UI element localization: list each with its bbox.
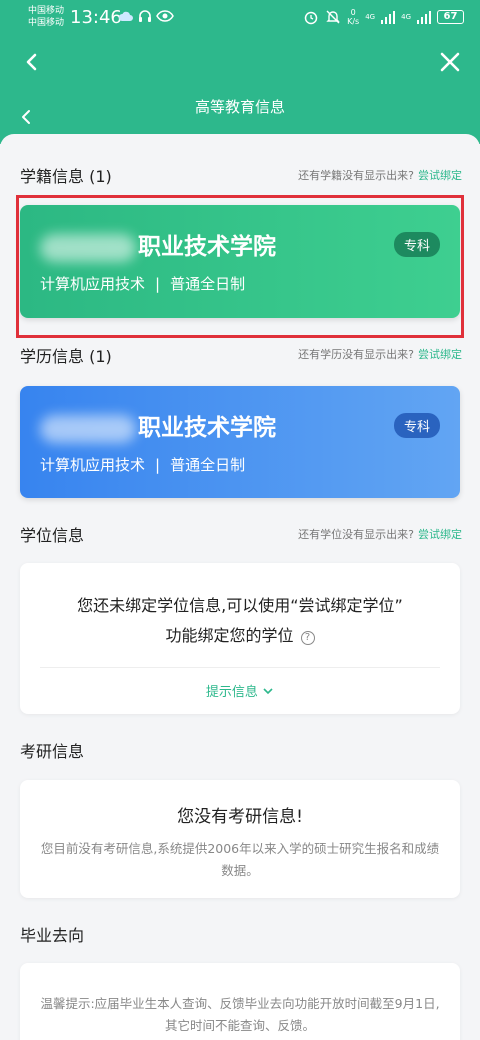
alarm-icon (304, 11, 318, 25)
chevron-down-icon (263, 688, 273, 695)
status-clock: 13:46 (70, 7, 122, 28)
signal-icon-2 (417, 10, 431, 24)
top-nav (0, 38, 480, 86)
xueli-school-name: 职业技术学院 (138, 415, 276, 441)
signal-label-2: 4G (401, 13, 411, 21)
xueji-hint-text: 还有学籍没有显示出来? (298, 169, 414, 182)
close-icon[interactable] (436, 48, 464, 76)
carrier-label-1: 中国移动 (28, 6, 65, 16)
kaoyan-section-title: 考研信息 (20, 742, 85, 761)
xueji-bind-link[interactable]: 尝试绑定 (418, 169, 462, 182)
biye-section-title: 毕业去向 (20, 926, 85, 945)
cloud-icon (118, 11, 133, 21)
xueli-hint-text: 还有学历没有显示出来? (298, 348, 414, 361)
chevron-left-icon[interactable] (18, 48, 46, 76)
xueli-major: 计算机应用技术 (40, 456, 146, 474)
headphones-icon (139, 10, 151, 22)
xueli-card[interactable]: 职业技术学院 计算机应用技术 | 普通全日制 专科 (20, 386, 460, 498)
divider (40, 667, 440, 668)
xuewei-message-line1: 您还未绑定学位信息,可以使用“尝试绑定学位” (77, 596, 403, 615)
kaoyan-heading: 您没有考研信息! (177, 807, 303, 827)
xuewei-message: 您还未绑定学位信息,可以使用“尝试绑定学位” 功能绑定您的学位 ? (20, 591, 460, 651)
carrier-label-2: 中国移动 (28, 18, 65, 28)
signal-label-1: 4G (365, 13, 376, 21)
network-speed: 0 K/s (347, 8, 360, 26)
status-bar: 中国移动 中国移动 13:46 0 K/s 4G 4G 67 (0, 0, 480, 38)
xuewei-hint: 还有学位没有显示出来? 尝试绑定 (298, 526, 462, 542)
battery-icon: 67 (437, 10, 464, 24)
xuewei-section-title: 学位信息 (20, 526, 85, 545)
xueli-level-badge: 专科 (393, 413, 440, 438)
xueji-section-title: 学籍信息 (1) (20, 167, 112, 186)
xueji-hint: 还有学籍没有显示出来? 尝试绑定 (298, 167, 462, 183)
signal-icon (381, 10, 396, 24)
xueli-section-title: 学历信息 (1) (20, 347, 112, 366)
page-back-icon[interactable] (18, 108, 36, 126)
xuewei-message-line2: 功能绑定您的学位 (165, 626, 294, 645)
xueli-study-mode: 普通全日制 (170, 456, 246, 474)
mute-bell-icon (326, 10, 340, 24)
kaoyan-panel: 您没有考研信息! 您目前没有考研信息,系统提供2006年以来入学的硕士研究生报名… (20, 780, 460, 898)
xueli-separator: | (155, 456, 161, 474)
highlight-frame (16, 195, 464, 338)
xuewei-hint-text: 还有学位没有显示出来? (298, 528, 414, 541)
page-title: 高等教育信息 (194, 98, 285, 116)
help-icon[interactable]: ? (300, 631, 315, 645)
kaoyan-description: 您目前没有考研信息,系统提供2006年以来入学的硕士研究生报名和成绩数据。 (40, 841, 440, 878)
xuewei-panel: 您还未绑定学位信息,可以使用“尝试绑定学位” 功能绑定您的学位 ? 提示信息 (20, 563, 460, 714)
tips-label: 提示信息 (205, 685, 258, 700)
biye-panel: 温馨提示:应届毕业生本人查询、反馈毕业去向功能开放时间截至9月1日,其它时间不能… (20, 963, 460, 1040)
eye-icon (156, 10, 174, 22)
xuewei-bind-link[interactable]: 尝试绑定 (418, 528, 462, 541)
xueli-hint: 还有学历没有显示出来? 尝试绑定 (298, 346, 462, 362)
tips-toggle[interactable]: 提示信息 (20, 681, 460, 700)
redacted-name (40, 414, 136, 443)
biye-notice: 温馨提示:应届毕业生本人查询、反馈毕业去向功能开放时间截至9月1日,其它时间不能… (40, 996, 440, 1033)
xueli-bind-link[interactable]: 尝试绑定 (418, 348, 462, 361)
